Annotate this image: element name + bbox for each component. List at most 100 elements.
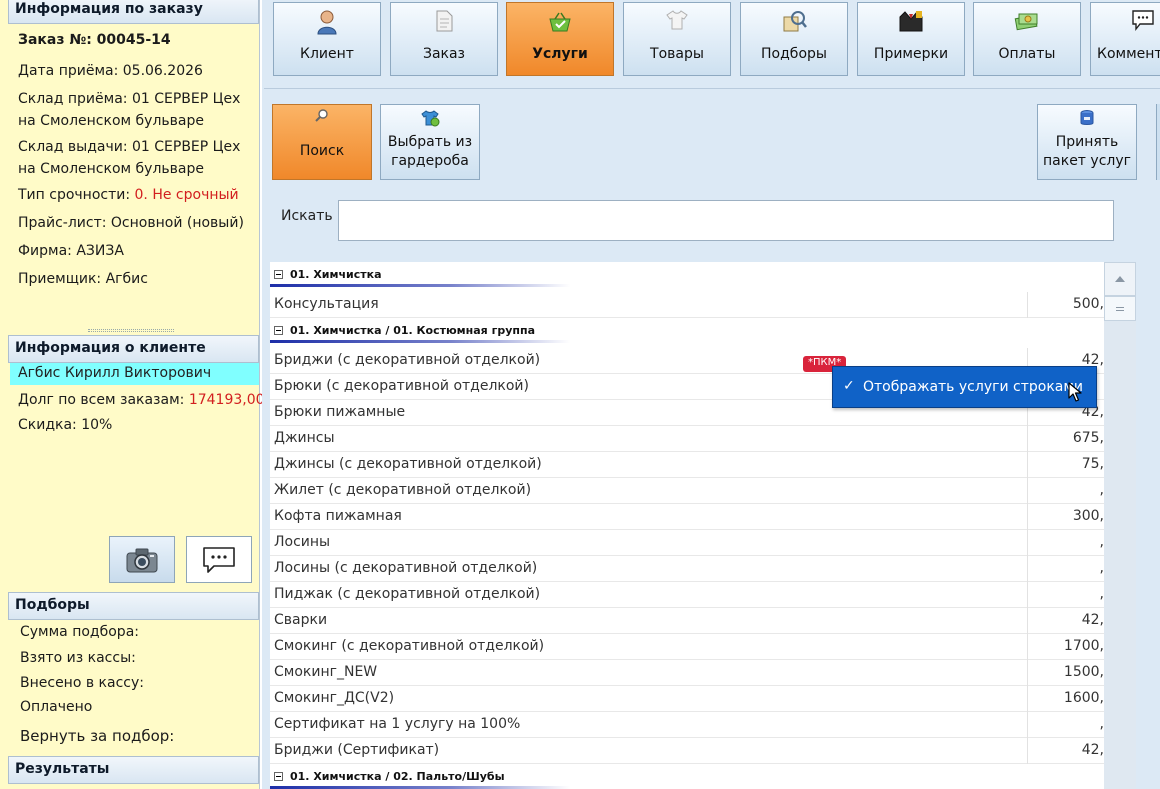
client-discount: Скидка: 10% (18, 417, 113, 433)
context-menu-item-show-as-rows[interactable]: Отображать услуги строками (863, 379, 1083, 395)
tab-label: Примерки (873, 46, 949, 62)
results-header[interactable]: Результаты (8, 756, 259, 784)
camera-icon (126, 548, 158, 572)
selections-header[interactable]: Подборы (8, 592, 259, 620)
collapse-icon[interactable] (274, 326, 283, 335)
service-price: 75, (1081, 456, 1104, 472)
table-row[interactable]: Сертификат на 1 услугу на 100%, (270, 712, 1104, 738)
table-row[interactable]: Консультация 500, (270, 292, 1104, 318)
table-row[interactable]: Лосины, (270, 530, 1104, 556)
group-header[interactable]: 01. Химчистка / 02. Пальто/Шубы (270, 764, 1104, 789)
service-name: Смокинг_ДС(V2) (274, 690, 395, 706)
service-price: , (1099, 716, 1104, 732)
toolbar-overflow-button[interactable] (1156, 104, 1160, 180)
money-icon (1014, 13, 1038, 31)
table-row[interactable]: Джинсы 675, (270, 426, 1104, 452)
selection-sum: Сумма подбора: (20, 624, 139, 640)
debt-label: Долг по всем заказам: (18, 392, 189, 408)
firm: Фирма: АЗИЗА (18, 243, 124, 259)
table-row[interactable]: Бриджи (Сертификат) 42, (270, 738, 1104, 764)
service-price: , (1099, 560, 1104, 576)
service-name: Консультация (274, 296, 379, 312)
comment-button[interactable] (186, 536, 252, 583)
table-row[interactable]: Кофта пижамная 300, (270, 504, 1104, 530)
wardrobe-label-1: Выбрать из (387, 134, 473, 150)
received-date: Дата приёма: 05.06.2026 (18, 63, 203, 79)
camera-button[interactable] (109, 536, 175, 583)
group-header[interactable]: 01. Химчистка / 01. Костюмная группа (270, 318, 1104, 344)
selection-taken: Взято из кассы: (20, 650, 136, 666)
service-name: Кофта пижамная (274, 508, 402, 524)
grip-icon (1116, 306, 1124, 311)
service-name: Джинсы (с декоративной отделкой) (274, 456, 542, 472)
order-number: Заказ №: 00045-14 (18, 32, 171, 48)
tab-label: Оплаты (998, 46, 1056, 62)
table-row[interactable]: Пиджак (с декоративной отделкой), (270, 582, 1104, 608)
document-icon (436, 10, 453, 32)
client-info-header[interactable]: Информация о клиенте (8, 335, 259, 363)
grid-scrollbar[interactable] (1104, 262, 1136, 789)
receive-warehouse: Склад приёма: 01 СЕРВЕР Цех на Смоленско… (18, 91, 241, 129)
search-button-label: Поиск (299, 143, 345, 159)
table-row[interactable]: Смокинг_ДС(V2) 1600, (270, 686, 1104, 712)
tab-goods[interactable]: Товары (623, 2, 731, 76)
wardrobe-button[interactable]: Выбрать из гардероба (380, 104, 480, 180)
service-price: 42, (1081, 612, 1104, 628)
service-name: Брюки (с декоративной отделкой) (274, 378, 529, 394)
scroll-thumb[interactable] (1104, 296, 1136, 321)
mouse-cursor-icon (1068, 382, 1082, 402)
table-row[interactable]: Смокинг_NEW 1500, (270, 660, 1104, 686)
tab-label: Услуги (532, 46, 588, 62)
tab-client[interactable]: Клиент (273, 2, 381, 76)
service-price: 42, (1081, 742, 1104, 758)
group-header[interactable]: 01. Химчистка (270, 262, 1104, 288)
service-name: Смокинг (с декоративной отделкой) (274, 638, 545, 654)
service-name: Джинсы (274, 430, 335, 446)
service-price: 500, (1072, 296, 1104, 312)
service-price: 1500, (1063, 664, 1104, 680)
selection-return: Вернуть за подбор: (20, 727, 175, 745)
tab-payments[interactable]: Оплаты (973, 2, 1081, 76)
service-name: Смокинг_NEW (274, 664, 378, 680)
service-price: , (1099, 534, 1104, 550)
service-price: , (1099, 586, 1104, 602)
services-grid[interactable]: 01. Химчистка Консультация 500, 01. Химчист… (270, 262, 1104, 789)
triangle-up-icon (1115, 276, 1125, 282)
search-button[interactable]: Поиск (272, 104, 372, 180)
tab-label: Заказ (422, 46, 466, 62)
collapse-icon[interactable] (274, 772, 283, 781)
table-row[interactable]: Лосины (с декоративной отделкой), (270, 556, 1104, 582)
group-underline (270, 284, 570, 287)
shirt-icon (666, 10, 688, 30)
collapse-icon[interactable] (274, 270, 283, 279)
package-label-2: пакет услуг (1043, 153, 1131, 169)
tab-selections[interactable]: Подборы (740, 2, 848, 76)
comment-icon (1132, 10, 1154, 31)
order-info-header[interactable]: Информация по заказу (8, 0, 259, 24)
search-input[interactable] (338, 200, 1114, 241)
service-name: Сертификат на 1 услугу на 100% (274, 716, 521, 732)
price-list: Прайс-лист: Основной (новый) (18, 215, 244, 231)
tab-label: Клиент (300, 46, 354, 62)
search-label: Искать (281, 208, 333, 224)
accept-package-button[interactable]: Принять пакет услуг (1037, 104, 1137, 180)
service-price: 300, (1072, 508, 1104, 524)
scroll-up-button[interactable] (1104, 262, 1136, 296)
service-name: Лосины (274, 534, 331, 550)
tab-order[interactable]: Заказ (390, 2, 498, 76)
tab-fittings[interactable]: Примерки (857, 2, 965, 76)
table-row[interactable]: Джинсы (с декоративной отделкой) 75, (270, 452, 1104, 478)
table-row[interactable]: Сварки 42, (270, 608, 1104, 634)
tab-services[interactable]: Услуги (506, 2, 614, 76)
service-name: Лосины (с декоративной отделкой) (274, 560, 538, 576)
debt-value: 174193,00 (188, 392, 265, 408)
wardrobe-label-2: гардероба (391, 153, 469, 169)
person-icon (317, 10, 337, 35)
package-label-1: Принять (1055, 134, 1119, 150)
table-row[interactable]: Жилет (с декоративной отделкой), (270, 478, 1104, 504)
panel-splitter[interactable] (88, 329, 174, 332)
tab-comments[interactable]: Коммент (1090, 2, 1160, 76)
issue-warehouse: Склад выдачи: 01 СЕРВЕР Цех на Смоленско… (18, 139, 241, 177)
table-row[interactable]: Смокинг (с декоративной отделкой) 1700, (270, 634, 1104, 660)
client-name[interactable]: Агбис Кирилл Викторович (10, 363, 259, 385)
